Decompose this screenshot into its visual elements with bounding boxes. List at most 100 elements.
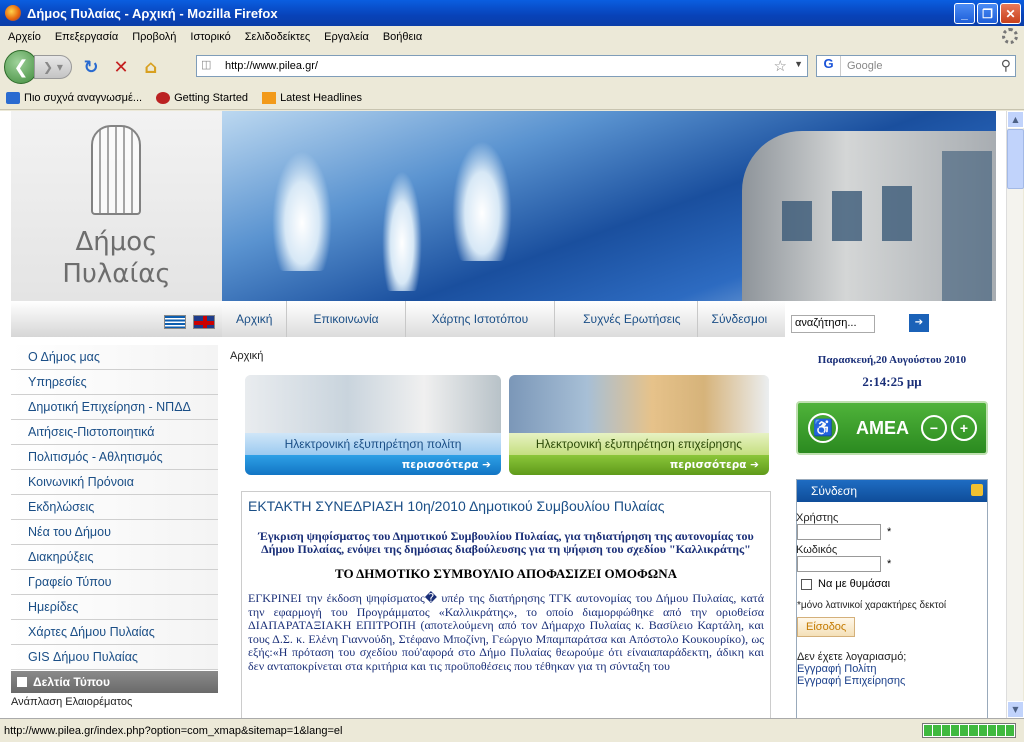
sidemenu-item[interactable]: Διακηρύξεις	[11, 545, 218, 570]
citizen-eservice-label[interactable]: Ηλεκτρονική εξυπηρέτηση πολίτη	[245, 433, 501, 455]
login-box: Σύνδεση Χρήστης * Κωδικός * Να με θυμάσα…	[796, 479, 988, 718]
accessibility-label: ΑΜΕΑ	[856, 417, 909, 438]
bookmark-star-icon[interactable]: ☆	[774, 57, 787, 75]
sidemenu-item[interactable]: Γραφείο Τύπου	[11, 570, 218, 595]
folder-icon	[6, 91, 20, 104]
greek-flag-icon[interactable]	[164, 315, 186, 329]
side-menu: Ο Δήμος μας Υπηρεσίες Δημοτική Επιχείρησ…	[11, 337, 218, 672]
web-search-bar[interactable]: G Google ⚲	[816, 55, 1016, 77]
zoom-in-icon[interactable]: +	[951, 415, 977, 441]
status-bar: http://www.pilea.gr/index.php?option=com…	[0, 718, 1024, 742]
forward-button[interactable]: ❯ ▾	[34, 55, 72, 79]
site-search-go-icon[interactable]: ➔	[909, 314, 929, 332]
citizen-more-link[interactable]: περισσότερα ➔	[245, 455, 501, 475]
bookmark-most-visited[interactable]: Πιο συχνά αναγνωσμέ...	[6, 91, 143, 104]
menubar: Αρχείο Επεξεργασία Προβολή Ιστορικό Σελι…	[0, 26, 1024, 48]
stop-icon[interactable]: ✕	[110, 56, 132, 78]
breadcrumb: Αρχική	[230, 350, 264, 362]
topnav-home[interactable]: Αρχική	[222, 301, 288, 337]
password-input[interactable]	[797, 556, 881, 572]
sidemenu-item[interactable]: Αιτήσεις-Πιστοποιητικά	[11, 420, 218, 445]
sidemenu-item[interactable]: Υπηρεσίες	[11, 370, 218, 395]
more-label: περισσότερα	[401, 459, 479, 471]
sidemenu-item[interactable]: Χάρτες Δήμου Πυλαίας	[11, 620, 218, 645]
press-release-link[interactable]: Ανάπλαση Ελαιορέματος	[11, 696, 132, 708]
more-label: περισσότερα	[669, 459, 747, 471]
bookmark-latest-headlines[interactable]: Latest Headlines	[262, 91, 363, 104]
menu-history[interactable]: Ιστορικό	[182, 31, 236, 43]
zoom-out-icon[interactable]: −	[921, 415, 947, 441]
search-placeholder[interactable]: Google	[847, 60, 882, 72]
business-eservice-label[interactable]: Ηλεκτρονική εξυπηρέτηση επιχείρησης	[509, 433, 769, 455]
logo-text-line2: Πυλαίας	[62, 259, 171, 289]
scroll-up-icon[interactable]: ▲	[1007, 111, 1024, 128]
page-viewport: Δήμος Πυλαίας Αρχική Επικοινωνία Χάρτης …	[11, 111, 996, 718]
bookmark-label: Getting Started	[174, 91, 249, 104]
article-title[interactable]: ΕΚΤΑΚΤΗ ΣΥΝΕΔΡΙΑΣΗ 10η/2010 Δημοτικού Συ…	[248, 498, 764, 514]
login-title: Σύνδεση	[811, 484, 858, 498]
menu-help[interactable]: Βοήθεια	[375, 31, 428, 43]
sidemenu-item[interactable]: Ημερίδες	[11, 595, 218, 620]
sidemenu-item[interactable]: Ο Δήμος μας	[11, 345, 218, 370]
article-decision: ΤΟ ΔΗΜΟΤΙΚΟ ΣΥΜΒΟΥΛΙΟ ΑΠΟΦΑΣΙΖΕΙ ΟΜΟΦΩΝΑ	[335, 566, 677, 581]
register-citizen-link[interactable]: Εγγραφή Πολίτη	[797, 663, 987, 675]
topnav-links[interactable]: Σύνδεσμοι	[698, 301, 782, 337]
scroll-down-icon[interactable]: ▼	[1007, 701, 1024, 718]
topnav-faq[interactable]: Συχνές Ερωτήσεις	[555, 301, 698, 337]
lock-icon	[971, 484, 983, 496]
minimize-button[interactable]: _	[954, 3, 975, 24]
citizen-photo	[245, 375, 501, 433]
accessibility-banner[interactable]: ♿ ΑΜΕΑ − +	[796, 401, 988, 455]
login-button[interactable]: Είσοδος	[797, 617, 856, 637]
register-business-link[interactable]: Εγγραφή Επιχείρησης	[797, 675, 987, 687]
citizen-eservice-card[interactable]: Ηλεκτρονική εξυπηρέτηση πολίτη περισσότε…	[245, 375, 501, 475]
sidemenu-item[interactable]: Δημοτική Επιχείρηση - ΝΠΔΔ	[11, 395, 218, 420]
url-text[interactable]: http://www.pilea.gr/	[225, 60, 318, 72]
username-label: Χρήστης	[796, 512, 839, 524]
current-time: 2:14:25 μμ	[862, 374, 922, 389]
search-engine-icon[interactable]: G	[817, 56, 841, 76]
home-icon[interactable]: ⌂	[140, 56, 162, 78]
sidemenu-item[interactable]: GIS Δήμου Πυλαίας	[11, 645, 218, 670]
bookmark-getting-started[interactable]: Getting Started	[156, 91, 249, 104]
window-titlebar: Δήμος Πυλαίας - Αρχική - Mozilla Firefox…	[0, 0, 1024, 26]
status-text: http://www.pilea.gr/index.php?option=com…	[4, 724, 343, 737]
navigation-toolbar: ❮ ❯ ▾ ↻ ✕ ⌂ ◫ http://www.pilea.gr/ ☆ ▼ G…	[0, 48, 1024, 86]
reload-icon[interactable]: ↻	[80, 56, 102, 78]
municipality-logo[interactable]: Δήμος Πυλαίας	[11, 111, 222, 301]
menu-file[interactable]: Αρχείο	[0, 31, 47, 43]
fountain-image	[382, 171, 422, 291]
press-releases-title: Δελτία Τύπου	[33, 675, 110, 689]
sidemenu-item[interactable]: Νέα του Δήμου	[11, 520, 218, 545]
menu-tools[interactable]: Εργαλεία	[316, 31, 375, 43]
username-input[interactable]	[797, 524, 881, 540]
bullet-icon	[17, 677, 27, 687]
business-eservice-card[interactable]: Ηλεκτρονική εξυπηρέτηση επιχείρησης περι…	[509, 375, 769, 475]
bookmarks-toolbar: Πιο συχνά αναγνωσμέ... Getting Started L…	[0, 86, 1024, 110]
sidemenu-item[interactable]: Πολιτισμός - Αθλητισμός	[11, 445, 218, 470]
vertical-scrollbar[interactable]: ▲ ▼	[1006, 111, 1024, 718]
sidemenu-item[interactable]: Εκδηλώσεις	[11, 495, 218, 520]
url-bar[interactable]: ◫ http://www.pilea.gr/ ☆ ▼	[196, 55, 808, 77]
topnav-contact[interactable]: Επικοινωνία	[287, 301, 406, 337]
top-navigation: Αρχική Επικοινωνία Χάρτης Ιστοτόπου Συχν…	[222, 301, 785, 337]
menu-view[interactable]: Προβολή	[124, 31, 182, 43]
password-label: Κωδικός	[796, 544, 838, 556]
sidemenu-item[interactable]: Κοινωνική Πρόνοια	[11, 470, 218, 495]
search-icon[interactable]: ⚲	[1001, 57, 1011, 74]
menu-bookmarks[interactable]: Σελιδοδείκτες	[237, 31, 316, 43]
site-search-input[interactable]: αναζήτηση...	[791, 315, 875, 333]
remember-me-checkbox[interactable]	[801, 578, 812, 590]
back-button[interactable]: ❮	[4, 50, 38, 84]
bookmark-label: Latest Headlines	[280, 91, 363, 104]
site-identity-icon[interactable]: ◫	[201, 58, 217, 74]
bookmark-label: Πιο συχνά αναγνωσμέ...	[24, 91, 143, 104]
english-flag-icon[interactable]	[193, 315, 215, 329]
topnav-sitemap[interactable]: Χάρτης Ιστοτόπου	[406, 301, 556, 337]
url-dropdown-icon[interactable]: ▼	[794, 59, 803, 69]
maximize-button[interactable]: ❐	[977, 3, 998, 24]
close-button[interactable]: ✕	[1000, 3, 1021, 24]
menu-edit[interactable]: Επεξεργασία	[47, 31, 124, 43]
scrollbar-thumb[interactable]	[1007, 129, 1024, 189]
business-more-link[interactable]: περισσότερα ➔	[509, 455, 769, 475]
